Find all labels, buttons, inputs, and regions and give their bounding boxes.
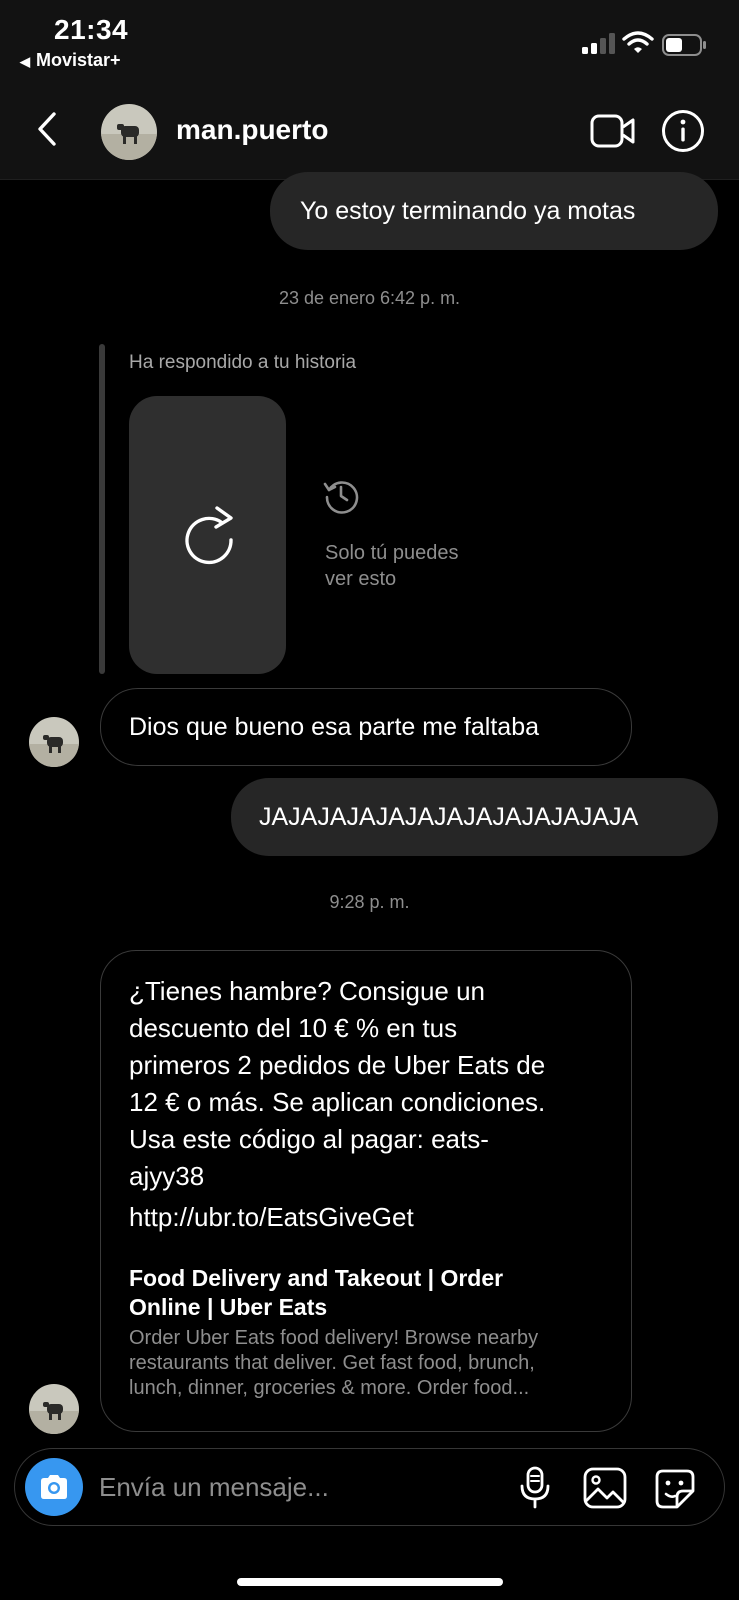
back-to-app-icon: ◀ xyxy=(20,54,30,69)
gallery-icon[interactable] xyxy=(583,1467,627,1509)
message-text: JAJAJAJAJAJAJAJAJAJAJAJAJA xyxy=(259,802,639,831)
message-composer xyxy=(14,1448,725,1526)
back-chevron-icon[interactable] xyxy=(28,104,68,154)
video-camera-icon[interactable] xyxy=(590,112,636,150)
status-time: 21:34 xyxy=(54,14,129,45)
microphone-icon[interactable] xyxy=(517,1466,553,1510)
sender-avatar[interactable] xyxy=(29,717,79,767)
history-icon xyxy=(323,481,359,514)
story-reply-bar xyxy=(99,344,105,674)
camera-icon xyxy=(41,1475,67,1499)
story-reply-label: Ha respondido a tu historia xyxy=(129,352,357,373)
incoming-message[interactable]: Dios que bueno esa parte me faltaba xyxy=(100,688,632,766)
sticker-icon[interactable] xyxy=(653,1467,697,1511)
info-icon[interactable] xyxy=(661,109,705,153)
reload-icon xyxy=(185,506,233,565)
camera-button[interactable] xyxy=(25,1458,83,1516)
battery-icon xyxy=(662,34,706,56)
incoming-link-message[interactable]: ¿Tienes hambre? Consigue un descuento de… xyxy=(100,950,632,1432)
carrier-name: Movistar+ xyxy=(36,50,121,70)
message-link[interactable]: http://ubr.to/EatsGiveGet xyxy=(129,1199,605,1236)
message-timestamp: 9:28 p. m. xyxy=(329,892,410,912)
message-text: Yo estoy terminando ya motas xyxy=(300,196,636,225)
chat-username[interactable]: man.puerto xyxy=(176,114,328,146)
sender-avatar[interactable] xyxy=(29,1384,79,1434)
chat-header: 21:34 ◀ Movistar+ man.puerto xyxy=(0,0,739,180)
message-text: ¿Tienes hambre? Consigue un descuento de… xyxy=(129,976,546,1191)
story-thumbnail[interactable] xyxy=(129,396,286,674)
outgoing-message[interactable]: Yo estoy terminando ya motas xyxy=(270,172,718,250)
message-input[interactable] xyxy=(99,1469,479,1505)
home-indicator[interactable] xyxy=(237,1578,503,1586)
message-timestamp: 23 de enero 6:42 p. m. xyxy=(278,288,461,308)
message-text: Dios que bueno esa parte me faltaba xyxy=(129,712,539,741)
contact-avatar[interactable] xyxy=(101,104,157,160)
outgoing-message[interactable]: JAJAJAJAJAJAJAJAJAJAJAJAJA xyxy=(231,778,718,856)
link-preview-title[interactable]: Food Delivery and Takeout | Order Online… xyxy=(129,1264,605,1322)
link-preview-description: Order Uber Eats food delivery! Browse ne… xyxy=(129,1327,539,1399)
story-notice: Solo tú puedes ver esto xyxy=(325,542,459,590)
wifi-icon xyxy=(622,31,654,53)
carrier-back-link[interactable]: ◀ Movistar+ xyxy=(20,50,121,71)
signal-icon xyxy=(582,32,618,54)
